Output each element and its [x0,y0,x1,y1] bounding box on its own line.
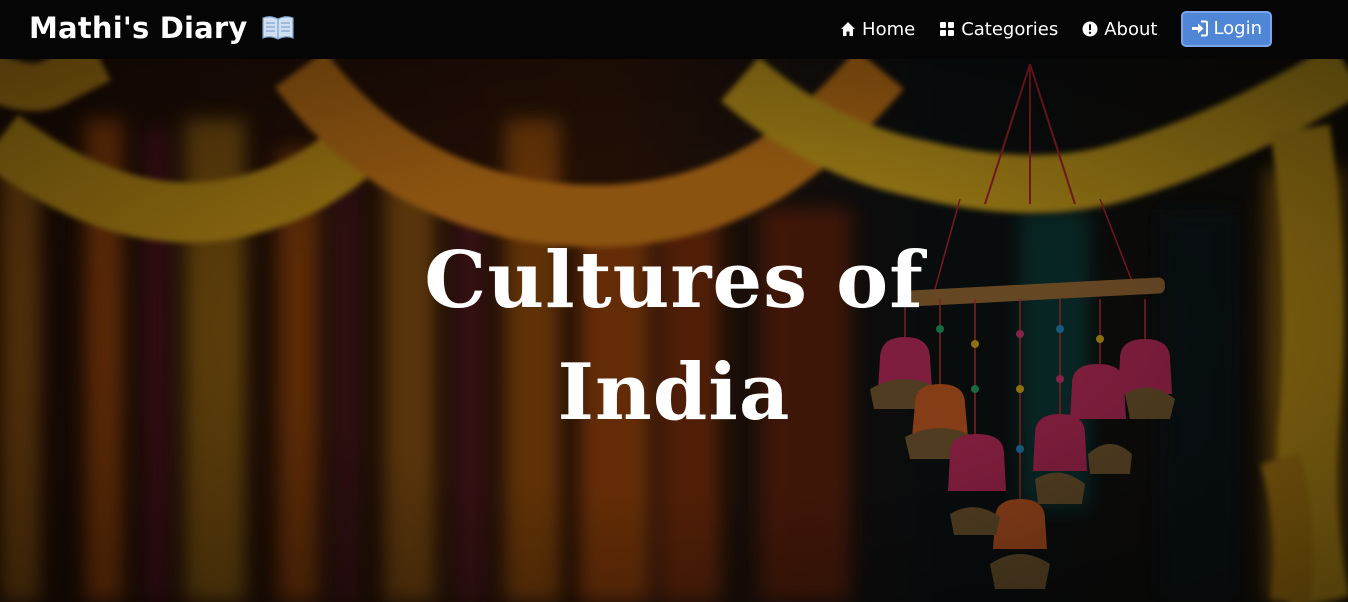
hero-banner: Cultures of India [0,59,1348,602]
hero-title: Cultures of India [424,235,924,438]
sign-in-icon [1192,20,1209,37]
brand-title: Mathi's Diary [29,11,248,45]
nav-categories-label: Categories [961,18,1059,40]
nav-links: Home Categories About Login [840,10,1272,48]
brand-link[interactable]: Mathi's Diary [29,8,294,48]
navbar: Mathi's Diary Home Categories About Logi… [0,0,1348,59]
login-button[interactable]: Login [1181,11,1272,47]
open-book-icon [261,16,294,40]
grid-icon [940,22,955,36]
nav-about-label: About [1104,18,1158,40]
info-icon [1082,21,1098,37]
nav-home[interactable]: Home [840,19,915,40]
nav-categories[interactable]: Categories [939,19,1058,40]
nav-home-label: Home [862,18,916,40]
login-label: Login [1213,18,1262,39]
nav-about[interactable]: About [1082,19,1157,40]
home-icon [841,22,856,36]
